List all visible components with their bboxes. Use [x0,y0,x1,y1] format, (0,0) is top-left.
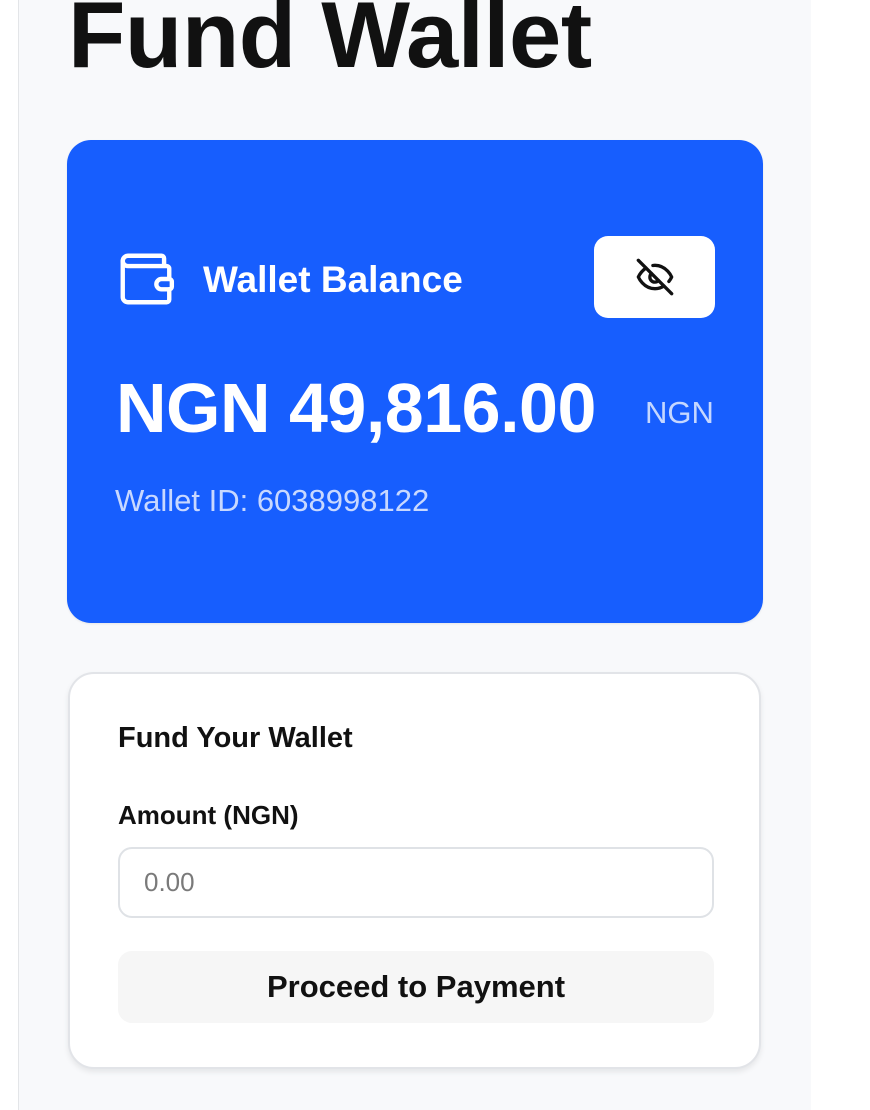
proceed-to-payment-button[interactable]: Proceed to Payment [118,951,714,1023]
page-title: Fund Wallet [68,0,592,87]
wallet-balance-amount: NGN 49,816.00 [116,369,596,447]
wallet-balance-card: Wallet Balance NGN 49,816.00 NGN Wallet … [67,140,763,623]
amount-input[interactable] [118,847,714,918]
wallet-icon [120,253,175,305]
toggle-balance-visibility-button[interactable] [594,236,715,318]
amount-field-label: Amount (NGN) [118,800,299,830]
fund-wallet-form-card: Fund Your Wallet Amount (NGN) Proceed to… [68,672,761,1069]
balance-currency-code: NGN [645,395,714,430]
wallet-id: Wallet ID: 6038998122 [115,483,430,518]
fund-wallet-heading: Fund Your Wallet [118,722,353,754]
wallet-balance-label: Wallet Balance [203,259,463,300]
eye-off-icon [636,258,673,296]
